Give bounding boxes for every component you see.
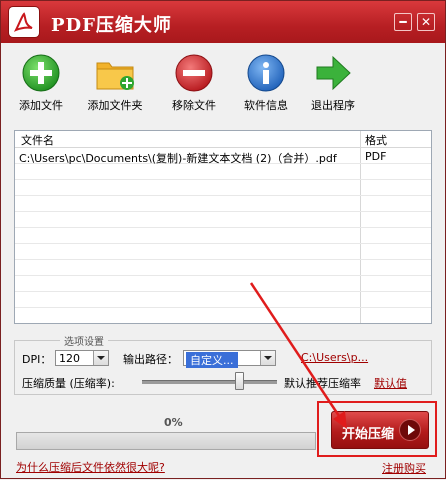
start-button-highlight: 开始压缩 (317, 401, 437, 457)
info-icon (246, 53, 286, 93)
output-path-value: 自定义... (186, 352, 238, 368)
column-header-format[interactable]: 格式 (365, 132, 387, 148)
register-purchase-link[interactable]: 注册购买 (382, 460, 426, 476)
table-row (15, 228, 431, 244)
quality-slider-handle[interactable] (235, 372, 244, 390)
quality-slider-track[interactable] (142, 380, 277, 384)
why-still-large-link[interactable]: 为什么压缩后文件依然很大呢? (16, 459, 165, 475)
table-row (15, 180, 431, 196)
play-icon (399, 419, 421, 441)
table-row (15, 292, 431, 308)
options-group-title: 选项设置 (60, 333, 108, 348)
exit-label: 退出程序 (311, 99, 355, 112)
file-list[interactable]: 文件名 格式 C:\Users\pc\Documents\(复制)-新建文本文档… (14, 130, 432, 324)
table-row (15, 196, 431, 212)
chevron-down-icon[interactable] (93, 351, 108, 365)
minimize-button[interactable]: ━ (394, 13, 412, 31)
dpi-select[interactable]: 120 (55, 350, 109, 366)
exit-button[interactable]: 退出程序 (297, 53, 369, 113)
table-row (15, 260, 431, 276)
start-compress-label: 开始压缩 (342, 427, 395, 442)
app-window: PDF压缩大师 ━ ✕ 添加文件 添加文件夹 移除文件 软件信息 退出程序 文件… (0, 0, 446, 479)
default-value-link[interactable]: 默认值 (374, 375, 407, 391)
window-title: PDF压缩大师 (51, 15, 172, 36)
exit-arrow-icon (313, 53, 353, 93)
quality-hint: 默认推荐压缩率 (284, 377, 361, 390)
software-info-button[interactable]: 软件信息 (230, 53, 302, 113)
dpi-value: 120 (59, 352, 80, 365)
toolbar: 添加文件 添加文件夹 移除文件 软件信息 退出程序 (1, 43, 445, 125)
file-list-header: 文件名 格式 (15, 131, 431, 148)
add-folder-button[interactable]: 添加文件夹 (79, 53, 151, 113)
table-row[interactable]: C:\Users\pc\Documents\(复制)-新建文本文档 (2)（合并… (15, 148, 431, 165)
table-row (15, 212, 431, 228)
output-path-label: 输出路径： (123, 353, 178, 366)
add-file-icon (21, 53, 61, 93)
start-compress-button[interactable]: 开始压缩 (331, 411, 429, 449)
quality-label: 压缩质量 (压缩率): (22, 377, 115, 390)
table-row (15, 164, 431, 180)
table-row (15, 308, 431, 324)
output-path-select[interactable]: 自定义... (183, 350, 276, 368)
add-folder-icon (95, 53, 135, 93)
remove-file-icon (174, 53, 214, 93)
table-row (15, 276, 431, 292)
add-file-label: 添加文件 (19, 99, 63, 112)
remove-file-label: 移除文件 (172, 99, 216, 112)
progress-bar (16, 432, 316, 450)
close-button[interactable]: ✕ (417, 13, 435, 31)
column-header-filename[interactable]: 文件名 (21, 132, 54, 148)
table-row (15, 244, 431, 260)
dpi-label: DPI： (22, 353, 52, 366)
add-file-button[interactable]: 添加文件 (5, 53, 77, 113)
file-format-cell: PDF (365, 150, 387, 163)
progress-percent: 0% (164, 416, 183, 429)
title-bar[interactable]: PDF压缩大师 ━ ✕ (1, 1, 445, 43)
remove-file-button[interactable]: 移除文件 (158, 53, 230, 113)
output-path-link[interactable]: C:\Users\p... (301, 351, 368, 364)
software-info-label: 软件信息 (244, 99, 288, 112)
chevron-down-icon[interactable] (260, 351, 275, 365)
app-logo-icon (9, 7, 39, 37)
add-folder-label: 添加文件夹 (87, 99, 143, 112)
